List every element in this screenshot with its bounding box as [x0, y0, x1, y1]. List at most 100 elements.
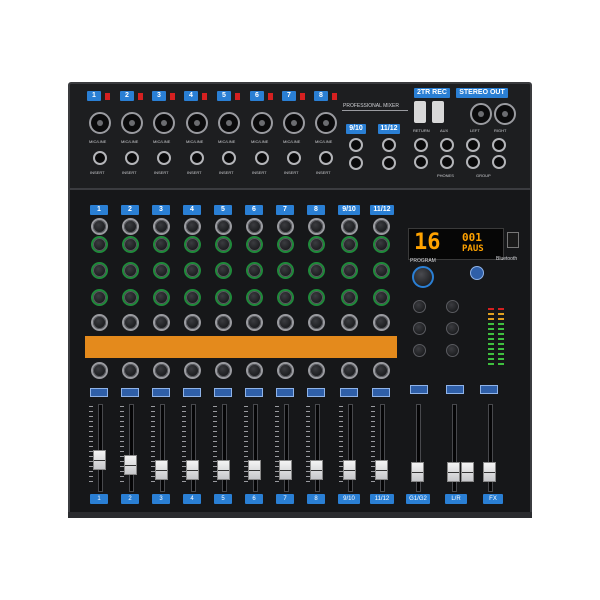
main-assign-button[interactable] — [446, 385, 464, 394]
channel-knob[interactable] — [343, 291, 356, 304]
insert-jack[interactable] — [319, 151, 333, 165]
insert-jack[interactable] — [255, 151, 269, 165]
channel-knob[interactable] — [279, 364, 292, 377]
channel-knob[interactable] — [375, 291, 388, 304]
xlr-input-jack[interactable] — [121, 112, 143, 134]
channel-knob[interactable] — [375, 316, 388, 329]
channel-knob[interactable] — [124, 220, 137, 233]
stereo-out-right-xlr[interactable] — [494, 103, 516, 125]
insert-jack[interactable] — [125, 151, 139, 165]
channel-knob[interactable] — [310, 316, 323, 329]
channel-knob[interactable] — [93, 291, 106, 304]
xlr-input-jack[interactable] — [153, 112, 175, 134]
group-jack[interactable] — [492, 138, 506, 152]
channel-fader[interactable] — [155, 460, 168, 480]
master-fader[interactable] — [447, 462, 460, 482]
phantom-switch[interactable] — [268, 93, 273, 100]
program-knob[interactable] — [412, 266, 434, 288]
channel-knob[interactable] — [155, 316, 168, 329]
channel-knob[interactable] — [248, 238, 261, 251]
channel-fader[interactable] — [343, 460, 356, 480]
return-knob[interactable] — [446, 322, 459, 335]
xlr-input-jack[interactable] — [218, 112, 240, 134]
master-fader[interactable] — [461, 462, 474, 482]
stereo-input-jack[interactable] — [382, 156, 396, 170]
channel-fader[interactable] — [310, 460, 323, 480]
channel-knob[interactable] — [155, 220, 168, 233]
mute-button[interactable] — [307, 388, 325, 397]
rca-jack-red[interactable] — [414, 101, 426, 123]
channel-fader[interactable] — [186, 460, 199, 480]
fx-level-knob[interactable] — [413, 300, 426, 313]
rca-jack-white[interactable] — [432, 101, 444, 123]
channel-knob[interactable] — [279, 238, 292, 251]
channel-fader[interactable] — [217, 460, 230, 480]
channel-knob[interactable] — [93, 220, 106, 233]
mute-button[interactable] — [276, 388, 294, 397]
channel-knob[interactable] — [186, 220, 199, 233]
channel-knob[interactable] — [217, 238, 230, 251]
channel-knob[interactable] — [155, 264, 168, 277]
xlr-input-jack[interactable] — [89, 112, 111, 134]
phantom-switch[interactable] — [235, 93, 240, 100]
channel-knob[interactable] — [279, 264, 292, 277]
stereo-input-jack[interactable] — [349, 156, 363, 170]
phantom-switch[interactable] — [202, 93, 207, 100]
channel-knob[interactable] — [279, 291, 292, 304]
xlr-input-jack[interactable] — [251, 112, 273, 134]
mute-button[interactable] — [183, 388, 201, 397]
channel-knob[interactable] — [375, 264, 388, 277]
fx-return-knob[interactable] — [413, 322, 426, 335]
usb-port[interactable] — [507, 232, 519, 248]
channel-knob[interactable] — [217, 220, 230, 233]
channel-knob[interactable] — [343, 264, 356, 277]
stereo-out-left-xlr[interactable] — [470, 103, 492, 125]
channel-knob[interactable] — [186, 238, 199, 251]
xlr-input-jack[interactable] — [283, 112, 305, 134]
channel-fader[interactable] — [124, 455, 137, 475]
mute-button[interactable] — [214, 388, 232, 397]
channel-knob[interactable] — [155, 291, 168, 304]
phantom-switch[interactable] — [332, 93, 337, 100]
group-jack[interactable] — [466, 155, 480, 169]
channel-knob[interactable] — [124, 238, 137, 251]
usb-level-knob[interactable] — [446, 300, 459, 313]
channel-fader[interactable] — [279, 460, 292, 480]
phones-jack[interactable] — [440, 155, 454, 169]
channel-knob[interactable] — [375, 364, 388, 377]
channel-knob[interactable] — [124, 264, 137, 277]
channel-knob[interactable] — [217, 364, 230, 377]
channel-knob[interactable] — [343, 316, 356, 329]
mute-button[interactable] — [152, 388, 170, 397]
channel-knob[interactable] — [217, 316, 230, 329]
channel-knob[interactable] — [248, 264, 261, 277]
aux-master-knob[interactable] — [413, 344, 426, 357]
phantom-switch[interactable] — [138, 93, 143, 100]
channel-knob[interactable] — [155, 238, 168, 251]
channel-knob[interactable] — [93, 316, 106, 329]
master-fader[interactable] — [483, 462, 496, 482]
channel-knob[interactable] — [343, 238, 356, 251]
channel-knob[interactable] — [248, 220, 261, 233]
channel-knob[interactable] — [310, 291, 323, 304]
channel-knob[interactable] — [310, 238, 323, 251]
mute-button[interactable] — [245, 388, 263, 397]
channel-knob[interactable] — [310, 220, 323, 233]
phantom-switch[interactable] — [170, 93, 175, 100]
aux-jack[interactable] — [440, 138, 454, 152]
channel-knob[interactable] — [248, 316, 261, 329]
phantom-switch[interactable] — [105, 93, 110, 100]
channel-knob[interactable] — [155, 364, 168, 377]
channel-knob[interactable] — [248, 364, 261, 377]
channel-knob[interactable] — [186, 264, 199, 277]
channel-knob[interactable] — [279, 220, 292, 233]
stereo-input-jack[interactable] — [349, 138, 363, 152]
stereo-input-jack[interactable] — [382, 138, 396, 152]
group-assign-button[interactable] — [410, 385, 428, 394]
mute-button[interactable] — [340, 388, 358, 397]
channel-knob[interactable] — [186, 291, 199, 304]
channel-knob[interactable] — [93, 264, 106, 277]
xlr-input-jack[interactable] — [186, 112, 208, 134]
channel-fader[interactable] — [93, 450, 106, 470]
channel-knob[interactable] — [217, 264, 230, 277]
